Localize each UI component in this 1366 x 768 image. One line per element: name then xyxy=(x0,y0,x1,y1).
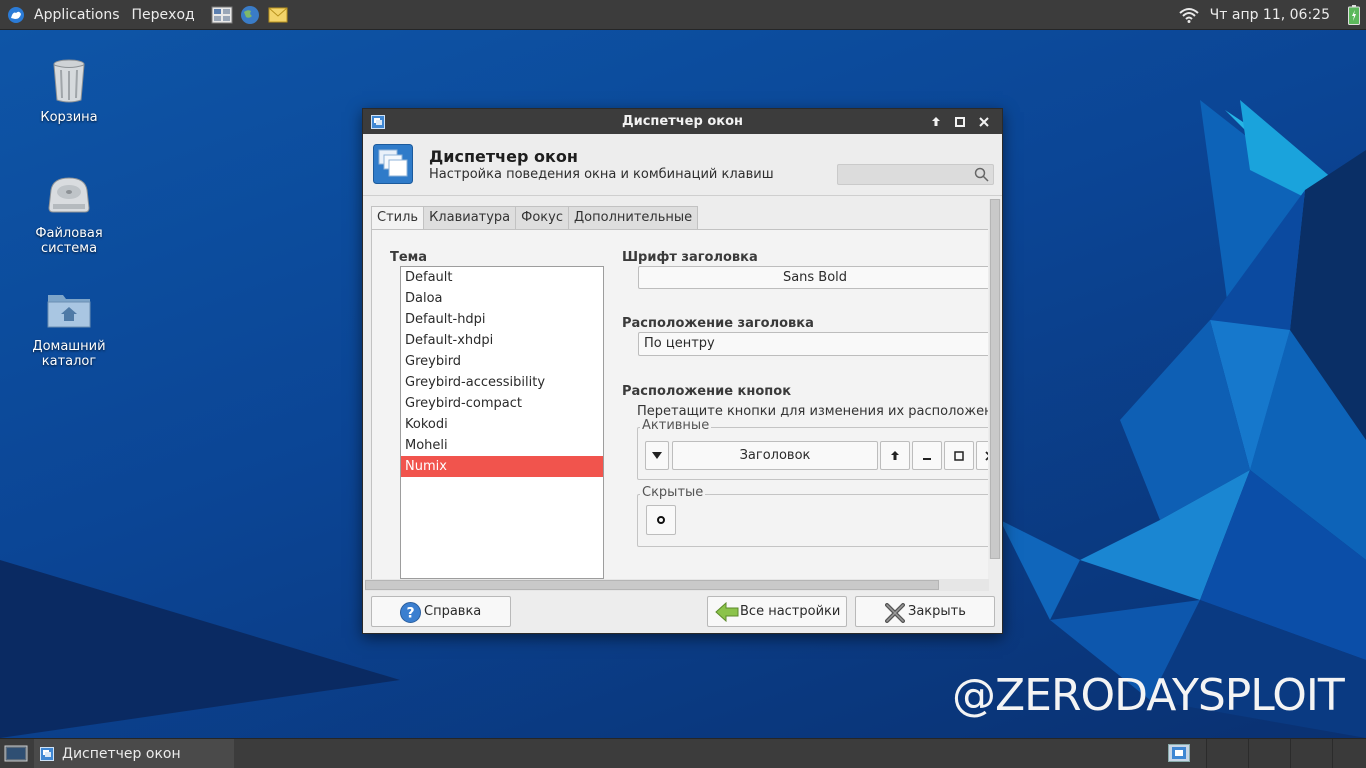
mail-icon[interactable] xyxy=(267,4,289,26)
all-settings-button[interactable]: Все настройки xyxy=(707,596,847,627)
workspace-2[interactable] xyxy=(1248,739,1290,768)
list-item[interactable]: Kokodi xyxy=(401,414,603,435)
window-title: Диспетчер окон xyxy=(622,114,743,129)
style-tab-pane: Тема Default Daloa Default-hdpi Default-… xyxy=(371,229,988,587)
workspace-1[interactable] xyxy=(1206,739,1248,768)
button-layout-hint: Перетащите кнопки для изменения их распо… xyxy=(637,404,988,419)
list-item[interactable]: Greybird-accessibility xyxy=(401,372,603,393)
horizontal-scrollbar[interactable] xyxy=(365,579,989,591)
desktop-icon-home[interactable]: Домашний каталог xyxy=(9,285,129,369)
title-alignment-select[interactable]: По центру xyxy=(638,332,988,356)
svg-text:?: ? xyxy=(406,606,414,622)
dialog-header: Диспетчер окон Настройка поведения окна … xyxy=(363,134,1002,196)
home-folder-icon xyxy=(45,285,93,333)
close-button-label: Закрыть xyxy=(908,604,966,619)
list-item[interactable]: Default-xhdpi xyxy=(401,330,603,351)
list-item[interactable]: Daloa xyxy=(401,288,603,309)
theme-label: Тема xyxy=(390,250,428,265)
back-arrow-icon xyxy=(715,601,739,626)
list-item[interactable]: Greybird xyxy=(401,351,603,372)
search-icon xyxy=(974,167,989,182)
drive-icon xyxy=(45,172,93,220)
tray-window-manager-icon[interactable] xyxy=(1168,744,1190,762)
shade-button[interactable] xyxy=(924,109,948,134)
workspace-3[interactable] xyxy=(1290,739,1332,768)
button-layout-label: Расположение кнопок xyxy=(622,384,792,399)
hidden-buttons-label: Скрытые xyxy=(640,485,706,500)
maximize-button-slot[interactable] xyxy=(944,441,974,470)
window-manager-icon xyxy=(373,144,413,184)
menu-button-slot[interactable] xyxy=(645,441,669,470)
title-font-label: Шрифт заголовка xyxy=(622,250,758,265)
close-button[interactable]: Закрыть xyxy=(855,596,995,627)
web-browser-icon[interactable] xyxy=(239,4,261,26)
list-item[interactable]: Default xyxy=(401,267,603,288)
tab-advanced[interactable]: Дополнительные xyxy=(568,206,699,230)
tab-focus[interactable]: Фокус xyxy=(515,206,569,230)
desktop-icon-filesystem[interactable]: Файловая система xyxy=(9,172,129,256)
clock[interactable]: Чт апр 11, 06:25 xyxy=(1210,7,1330,23)
desktop-icon-label: Файловая xyxy=(35,226,103,241)
wifi-icon[interactable] xyxy=(1178,7,1200,23)
workspace-switcher-icon[interactable] xyxy=(211,4,233,26)
show-desktop-icon[interactable] xyxy=(4,744,28,764)
desktop-icon-label: Домашний xyxy=(32,339,106,354)
trash-icon xyxy=(45,56,93,104)
help-icon: ? xyxy=(400,602,421,627)
maximize-button[interactable] xyxy=(948,109,972,134)
list-item-selected[interactable]: Numix xyxy=(401,456,603,477)
desktop-icon-label: каталог xyxy=(41,354,97,369)
taskbar-item-window-manager[interactable]: Диспетчер окон xyxy=(34,738,234,768)
desktop-icon-label: система xyxy=(40,241,98,256)
close-button-slot[interactable] xyxy=(976,441,988,470)
list-item[interactable]: Greybird-compact xyxy=(401,393,603,414)
window-manager-dialog: Диспетчер окон Диспетчер окон Настройка … xyxy=(362,108,1003,634)
list-item[interactable]: Moheli xyxy=(401,435,603,456)
close-icon xyxy=(885,603,905,627)
list-item[interactable]: Default-hdpi xyxy=(401,309,603,330)
close-window-button[interactable] xyxy=(972,109,996,134)
vertical-scrollbar[interactable] xyxy=(989,199,1001,559)
tab-style[interactable]: Стиль xyxy=(371,206,425,231)
hidden-buttons-frame xyxy=(637,494,988,547)
window-manager-icon xyxy=(40,746,54,761)
stick-button-slot[interactable] xyxy=(646,505,676,535)
bottom-panel: Диспетчер окон xyxy=(0,738,1366,768)
dialog-subtitle: Настройка поведения окна и комбинаций кл… xyxy=(429,167,774,182)
dialog-title: Диспетчер окон xyxy=(429,147,578,166)
title-font-button[interactable]: Sans Bold xyxy=(638,266,988,289)
shade-button-slot[interactable] xyxy=(880,441,910,470)
workspace-4[interactable] xyxy=(1332,739,1366,768)
tab-bar: Стиль Клавиатура Фокус Дополнительные xyxy=(371,206,699,231)
tab-keyboard[interactable]: Клавиатура xyxy=(423,206,517,230)
desktop-icon-trash[interactable]: Корзина xyxy=(9,56,129,125)
minimize-button-slot[interactable] xyxy=(912,441,942,470)
theme-list[interactable]: Default Daloa Default-hdpi Default-xhdpi… xyxy=(400,266,604,579)
title-alignment-label: Расположение заголовка xyxy=(622,316,814,331)
applications-menu[interactable]: Applications xyxy=(30,0,124,30)
battery-icon[interactable] xyxy=(1348,5,1360,25)
help-button-label: Справка xyxy=(424,604,482,619)
help-button[interactable]: ? Справка xyxy=(371,596,511,627)
scrollbar-thumb[interactable] xyxy=(990,199,1000,559)
xfce-menu-icon[interactable] xyxy=(6,5,26,25)
taskbar-item-label: Диспетчер окон xyxy=(62,745,181,762)
active-buttons-label: Активные xyxy=(640,418,712,433)
top-panel: Applications Переход Чт апр 11, 06:25 xyxy=(0,0,1366,30)
titlebar[interactable]: Диспетчер окон xyxy=(363,109,1002,134)
goto-menu[interactable]: Переход xyxy=(128,0,199,30)
scrollbar-thumb[interactable] xyxy=(365,580,939,590)
search-input[interactable] xyxy=(837,164,994,185)
title-slot-button[interactable]: Заголовок xyxy=(672,441,878,470)
watermark-text: @ZERODAYSPLOIT xyxy=(952,670,1345,721)
all-settings-button-label: Все настройки xyxy=(740,604,841,619)
dialog-content: Стиль Клавиатура Фокус Дополнительные Те… xyxy=(363,197,1002,597)
desktop-icon-label: Корзина xyxy=(40,110,98,125)
